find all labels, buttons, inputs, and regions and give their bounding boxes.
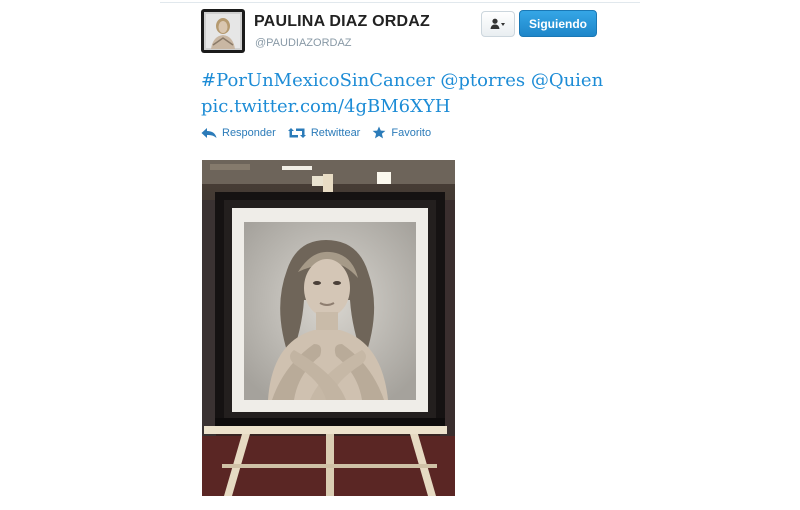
framed-portrait-photo <box>202 160 455 496</box>
person-icon <box>490 18 505 29</box>
tweet-photo[interactable] <box>202 160 455 496</box>
avatar[interactable] <box>201 9 245 53</box>
retweet-button[interactable]: Retwittear <box>287 126 361 139</box>
tweet-pic-link[interactable]: pic.twitter.com/4gBM6XYH <box>201 96 450 117</box>
tweet-actions: Responder Retwittear Favorito <box>201 126 431 139</box>
user-actions-button[interactable] <box>481 11 515 37</box>
tweet-text: #PorUnMexicoSinCancer @ptorres @Quien pi… <box>201 68 621 120</box>
profile-handle[interactable]: @PAUDIAZORDAZ <box>255 37 352 49</box>
reply-label: Responder <box>222 126 276 139</box>
favorite-button[interactable]: Favorito <box>372 126 431 139</box>
tweet-card: PAULINA DIAZ ORDAZ @PAUDIAZORDAZ Siguien… <box>160 0 640 510</box>
profile-name[interactable]: PAULINA DIAZ ORDAZ <box>254 13 430 31</box>
tweet-text-line1[interactable]: #PorUnMexicoSinCancer @ptorres @Quien <box>201 70 603 91</box>
retweet-icon <box>287 127 306 138</box>
star-icon <box>372 126 386 139</box>
favorite-label: Favorito <box>391 126 432 139</box>
retweet-label: Retwittear <box>310 126 361 139</box>
reply-button[interactable]: Responder <box>201 126 276 139</box>
divider <box>160 2 640 3</box>
avatar-portrait-image <box>204 12 242 50</box>
reply-icon <box>201 127 217 138</box>
following-button[interactable]: Siguiendo <box>519 10 597 37</box>
